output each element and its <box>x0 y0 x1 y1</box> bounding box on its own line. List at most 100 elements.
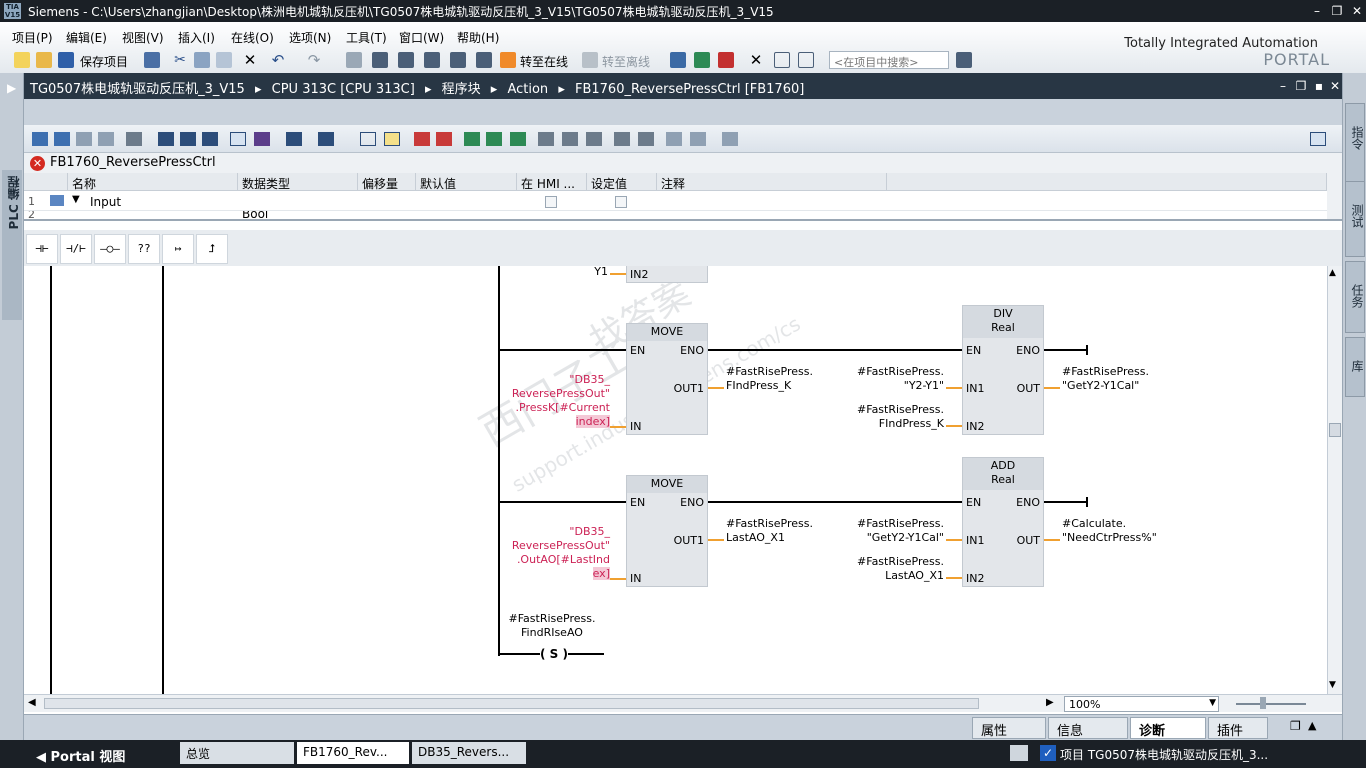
tab-info[interactable]: 信息 <box>1048 717 1128 739</box>
upload-icon[interactable] <box>424 52 440 68</box>
tab-properties[interactable]: 属性 <box>972 717 1046 739</box>
scroll-down-icon[interactable]: ▼ <box>1329 680 1336 690</box>
print-icon[interactable] <box>144 52 160 68</box>
menu-window[interactable]: 窗口(W) <box>399 29 444 46</box>
tab-diagnostics[interactable]: 诊断 <box>1130 717 1206 739</box>
tab-testing[interactable]: 测试 <box>1345 181 1365 257</box>
task-db35[interactable]: DB35_Revers... <box>412 742 526 764</box>
move1-box[interactable]: MOVE EN ENO OUT1 IN <box>626 323 708 435</box>
highlight-icon[interactable] <box>384 132 400 146</box>
col-name[interactable]: 名称 <box>68 173 238 191</box>
close-branch-button[interactable]: ⮥ <box>196 234 228 264</box>
download-block-icon[interactable] <box>510 132 526 146</box>
absolute-operands-icon[interactable] <box>126 132 142 146</box>
normally-open-contact-button[interactable]: ⊣⊢ <box>26 234 58 264</box>
col-datatype[interactable]: 数据类型 <box>238 173 358 191</box>
zoom-slider[interactable] <box>1236 703 1306 705</box>
open-project-icon[interactable] <box>36 52 52 68</box>
favorites-icon[interactable] <box>254 132 270 146</box>
save-icon[interactable] <box>58 52 74 68</box>
interface-row[interactable]: 1 ▼ Input <box>24 192 1327 211</box>
close-icon[interactable]: ✕ <box>1348 3 1366 19</box>
cut-icon[interactable]: ✂ <box>172 52 188 68</box>
scroll-right-icon[interactable]: ▶ <box>1046 697 1054 708</box>
search-go-icon[interactable] <box>956 52 972 68</box>
move2-box[interactable]: MOVE EN ENO OUT1 IN <box>626 475 708 587</box>
delete-network-icon[interactable] <box>54 132 70 146</box>
start-cpu-icon[interactable] <box>694 52 710 68</box>
col-setpoint[interactable]: 设定值 <box>587 173 657 191</box>
div-in1-var[interactable]: #FastRisePress. "Y2-Y1" <box>824 365 944 393</box>
scroll-up-icon[interactable]: ▲ <box>1329 268 1336 278</box>
zoom-select[interactable]: 100% ▼ <box>1064 696 1219 712</box>
save-project-button[interactable]: 保存项目 <box>80 53 128 70</box>
update-calls-icon[interactable] <box>614 132 630 146</box>
close-networks-icon[interactable] <box>202 132 218 146</box>
vertical-scrollbar[interactable]: ▲ ▼ <box>1327 266 1342 694</box>
row-name[interactable]: Input <box>90 195 121 209</box>
update-interface-icon[interactable] <box>638 132 654 146</box>
cross-reference-icon[interactable]: ✕ <box>748 52 764 68</box>
open-networks-icon[interactable] <box>180 132 196 146</box>
editor-minimize-icon[interactable]: – <box>1274 78 1292 94</box>
ladder-canvas[interactable]: 西门子工业 找答案 support.industry.siemens.com/c… <box>24 266 1327 694</box>
task-fb1760[interactable]: FB1760_Rev... <box>297 742 409 764</box>
breadcrumb-project[interactable]: TG0507株电城轨驱动反压机_3_V15 <box>30 82 245 97</box>
setpoint-checkbox[interactable] <box>615 196 627 208</box>
col-hmi[interactable]: 在 HMI ... <box>517 173 587 191</box>
breadcrumb-program-blocks[interactable]: 程序块 <box>442 82 481 97</box>
copy-icon[interactable] <box>194 52 210 68</box>
go-to-error-icon[interactable] <box>414 132 430 146</box>
chevron-down-icon[interactable]: ▼ <box>1209 698 1216 708</box>
div-out-var[interactable]: #FastRisePress. "GetY2-Y1Cal" <box>1062 365 1149 393</box>
split-editor-icon[interactable] <box>346 52 362 68</box>
portal-view-link[interactable]: ◀ Portal 视图 <box>36 746 125 765</box>
extended-download-icon[interactable] <box>476 52 492 68</box>
split-vertical-icon[interactable] <box>798 52 814 68</box>
overview-icon[interactable] <box>360 132 376 146</box>
menu-project[interactable]: 项目(P) <box>12 29 53 46</box>
add-box[interactable]: ADD Real EN ENO IN1 OUT IN2 <box>962 457 1044 587</box>
collapse-arrow-icon[interactable]: ▼ <box>72 194 80 205</box>
assignment-list-icon[interactable] <box>562 132 578 146</box>
menu-options[interactable]: 选项(N) <box>289 29 331 46</box>
minimize-icon[interactable]: – <box>1308 3 1326 19</box>
insert-network-icon[interactable] <box>32 132 48 146</box>
go-online-button[interactable]: 转至在线 <box>520 53 568 70</box>
empty-box-button[interactable]: ?? <box>128 234 160 264</box>
menu-insert[interactable]: 插入(I) <box>178 29 215 46</box>
normally-closed-contact-button[interactable]: ⊣/⊢ <box>60 234 92 264</box>
add-out-var[interactable]: #Calculate. "NeedCtrPress%" <box>1062 517 1157 545</box>
networks-on-off-icon[interactable] <box>158 132 174 146</box>
add-in1-var[interactable]: #FastRisePress. "GetY2-Y1Cal" <box>824 517 944 545</box>
col-comment[interactable]: 注释 <box>657 173 887 191</box>
paste-icon[interactable] <box>216 52 232 68</box>
compare-icon[interactable] <box>486 132 502 146</box>
dependency-icon[interactable] <box>586 132 602 146</box>
comments-icon[interactable] <box>230 132 246 146</box>
menu-online[interactable]: 在线(O) <box>231 29 274 46</box>
top-input-var[interactable]: Y1 <box>564 266 608 279</box>
coil-button[interactable]: –◯– <box>94 234 126 264</box>
monitor-icon[interactable] <box>464 132 480 146</box>
compile-icon[interactable] <box>372 52 388 68</box>
scroll-left-icon[interactable]: ◀ <box>28 697 36 708</box>
tab-plugins[interactable]: 插件 <box>1208 717 1268 739</box>
open-branch-button[interactable]: ↦ <box>162 234 194 264</box>
modify-icon[interactable] <box>722 132 738 146</box>
append-row-icon[interactable] <box>98 132 114 146</box>
next-error-icon[interactable] <box>436 132 452 146</box>
expand-arrow-icon[interactable]: ▶ <box>7 81 16 95</box>
stop-cpu-icon[interactable] <box>718 52 734 68</box>
insert-row-icon[interactable] <box>76 132 92 146</box>
col-offset[interactable]: 偏移量 <box>358 173 416 191</box>
menu-view[interactable]: 视图(V) <box>122 29 164 46</box>
go-online-icon[interactable] <box>500 52 516 68</box>
project-search-input[interactable]: <在项目中搜索> <box>829 51 949 69</box>
split-horizontal-icon[interactable] <box>774 52 790 68</box>
div-box[interactable]: DIV Real EN ENO IN1 OUT IN2 <box>962 305 1044 435</box>
tab-instructions[interactable]: 指令 <box>1345 103 1365 185</box>
tab-libraries[interactable]: 库 <box>1345 337 1365 397</box>
zoom-out-icon[interactable] <box>318 132 334 146</box>
tab-tasks[interactable]: 任务 <box>1345 261 1365 333</box>
